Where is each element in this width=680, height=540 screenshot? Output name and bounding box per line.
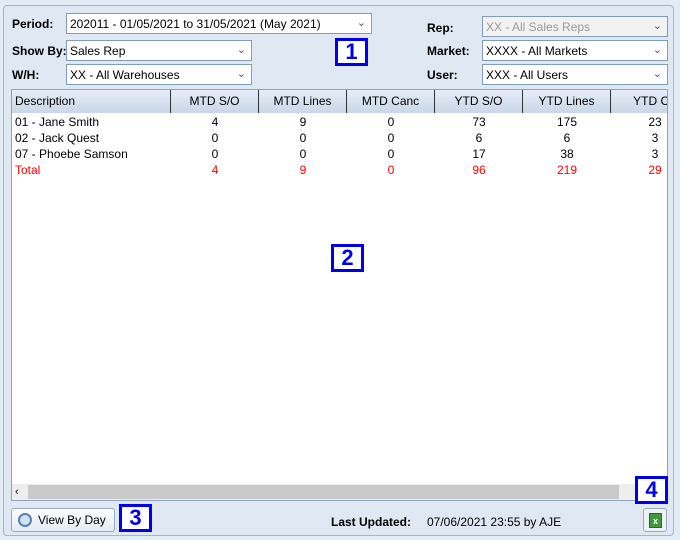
column-header-ytd-so[interactable]: YTD S/O — [435, 90, 523, 113]
market-value: XXXX - All Markets — [486, 44, 588, 58]
table-row[interactable]: 01 - Jane Smith 4 9 0 73 175 23 — [12, 114, 667, 130]
show-by-value: Sales Rep — [70, 44, 126, 58]
rep-select: XX - All Sales Reps ⌄ — [482, 16, 668, 37]
row-description: 07 - Phoebe Samson — [15, 147, 128, 161]
show-by-select[interactable]: Sales Rep ⌄ — [66, 40, 252, 61]
row-cell: 6 — [563, 131, 571, 145]
row-cell: 0 — [387, 131, 395, 145]
rep-label: Rep: — [427, 21, 454, 35]
period-select[interactable]: 202011 - 01/05/2021 to 31/05/2021 (May 2… — [66, 13, 372, 34]
row-description: 02 - Jack Quest — [15, 131, 100, 145]
market-select[interactable]: XXXX - All Markets ⌄ — [482, 40, 668, 61]
column-header-mtd-lines[interactable]: MTD Lines — [259, 90, 347, 113]
column-header-mtd-so[interactable]: MTD S/O — [171, 90, 259, 113]
row-cell: 4 — [211, 115, 219, 129]
view-by-day-label: View By Day — [38, 513, 106, 527]
chevron-down-icon: ⌄ — [236, 44, 246, 56]
chevron-down-icon: ⌄ — [652, 44, 662, 56]
chevron-down-icon: ⌄ — [652, 68, 662, 80]
row-cell: 29 — [648, 163, 662, 177]
column-header-ytd-lines[interactable]: YTD Lines — [523, 90, 611, 113]
last-updated-value: 07/06/2021 23:55 by AJE — [427, 515, 562, 529]
user-value: XXX - All Users — [486, 68, 569, 82]
row-cell: 73 — [472, 115, 486, 129]
row-cell: 23 — [648, 115, 662, 129]
row-cell: 0 — [211, 147, 219, 161]
row-cell: 96 — [472, 163, 486, 177]
row-cell: 9 — [299, 115, 307, 129]
column-header-mtd-canc[interactable]: MTD Canc — [347, 90, 435, 113]
row-cell: 3 — [651, 131, 659, 145]
row-cell: 0 — [387, 163, 395, 177]
chevron-down-icon: ⌄ — [652, 20, 662, 32]
row-cell: 9 — [299, 163, 307, 177]
row-cell: 3 — [651, 147, 659, 161]
row-cell: 17 — [472, 147, 486, 161]
wh-label: W/H: — [12, 68, 40, 82]
chevron-down-icon: ⌄ — [356, 17, 366, 29]
results-table: Description MTD S/O MTD Lines MTD Canc Y… — [11, 89, 668, 501]
export-excel-button[interactable]: x — [643, 508, 667, 532]
market-label: Market: — [427, 44, 470, 58]
magnifier-icon — [18, 513, 32, 527]
user-select[interactable]: XXX - All Users ⌄ — [482, 64, 668, 85]
horizontal-scrollbar[interactable]: ‹ — [12, 484, 667, 500]
chevron-down-icon: ⌄ — [236, 68, 246, 80]
rep-value: XX - All Sales Reps — [486, 20, 591, 34]
row-cell: 175 — [556, 115, 578, 129]
table-row[interactable]: 02 - Jack Quest 0 0 0 6 6 3 — [12, 130, 667, 146]
annotation-badge-2: 2 — [331, 244, 364, 272]
annotation-badge-4: 4 — [635, 476, 668, 504]
column-header-ytd-canc[interactable]: YTD Ca — [611, 90, 667, 113]
scrollbar-thumb[interactable] — [28, 485, 619, 499]
column-header-description[interactable]: Description — [12, 90, 171, 113]
total-row[interactable]: Total 4 9 0 96 219 29 — [12, 162, 667, 178]
row-cell: 38 — [560, 147, 574, 161]
annotation-badge-3: 3 — [119, 504, 152, 532]
table-row[interactable]: 07 - Phoebe Samson 0 0 0 17 38 3 — [12, 146, 667, 162]
show-by-label: Show By: — [12, 44, 67, 58]
period-value: 202011 - 01/05/2021 to 31/05/2021 (May 2… — [70, 17, 321, 31]
row-cell: 0 — [299, 147, 307, 161]
row-cell: 4 — [211, 163, 219, 177]
wh-select[interactable]: XX - All Warehouses ⌄ — [66, 64, 252, 85]
scroll-left-icon[interactable]: ‹ — [15, 484, 19, 500]
row-cell: 6 — [475, 131, 483, 145]
row-cell: 0 — [211, 131, 219, 145]
row-cell: 219 — [556, 163, 578, 177]
row-description: 01 - Jane Smith — [15, 115, 100, 129]
view-by-day-button[interactable]: View By Day — [11, 508, 115, 532]
excel-icon: x — [649, 513, 662, 528]
row-cell: 0 — [299, 131, 307, 145]
period-label: Period: — [12, 17, 54, 31]
wh-value: XX - All Warehouses — [70, 68, 180, 82]
row-cell: 0 — [387, 147, 395, 161]
row-cell: 0 — [387, 115, 395, 129]
user-label: User: — [427, 68, 458, 82]
last-updated-label: Last Updated: — [331, 515, 412, 529]
row-description: Total — [15, 163, 41, 177]
annotation-badge-1: 1 — [335, 38, 368, 66]
table-header: Description MTD S/O MTD Lines MTD Canc Y… — [12, 90, 667, 113]
